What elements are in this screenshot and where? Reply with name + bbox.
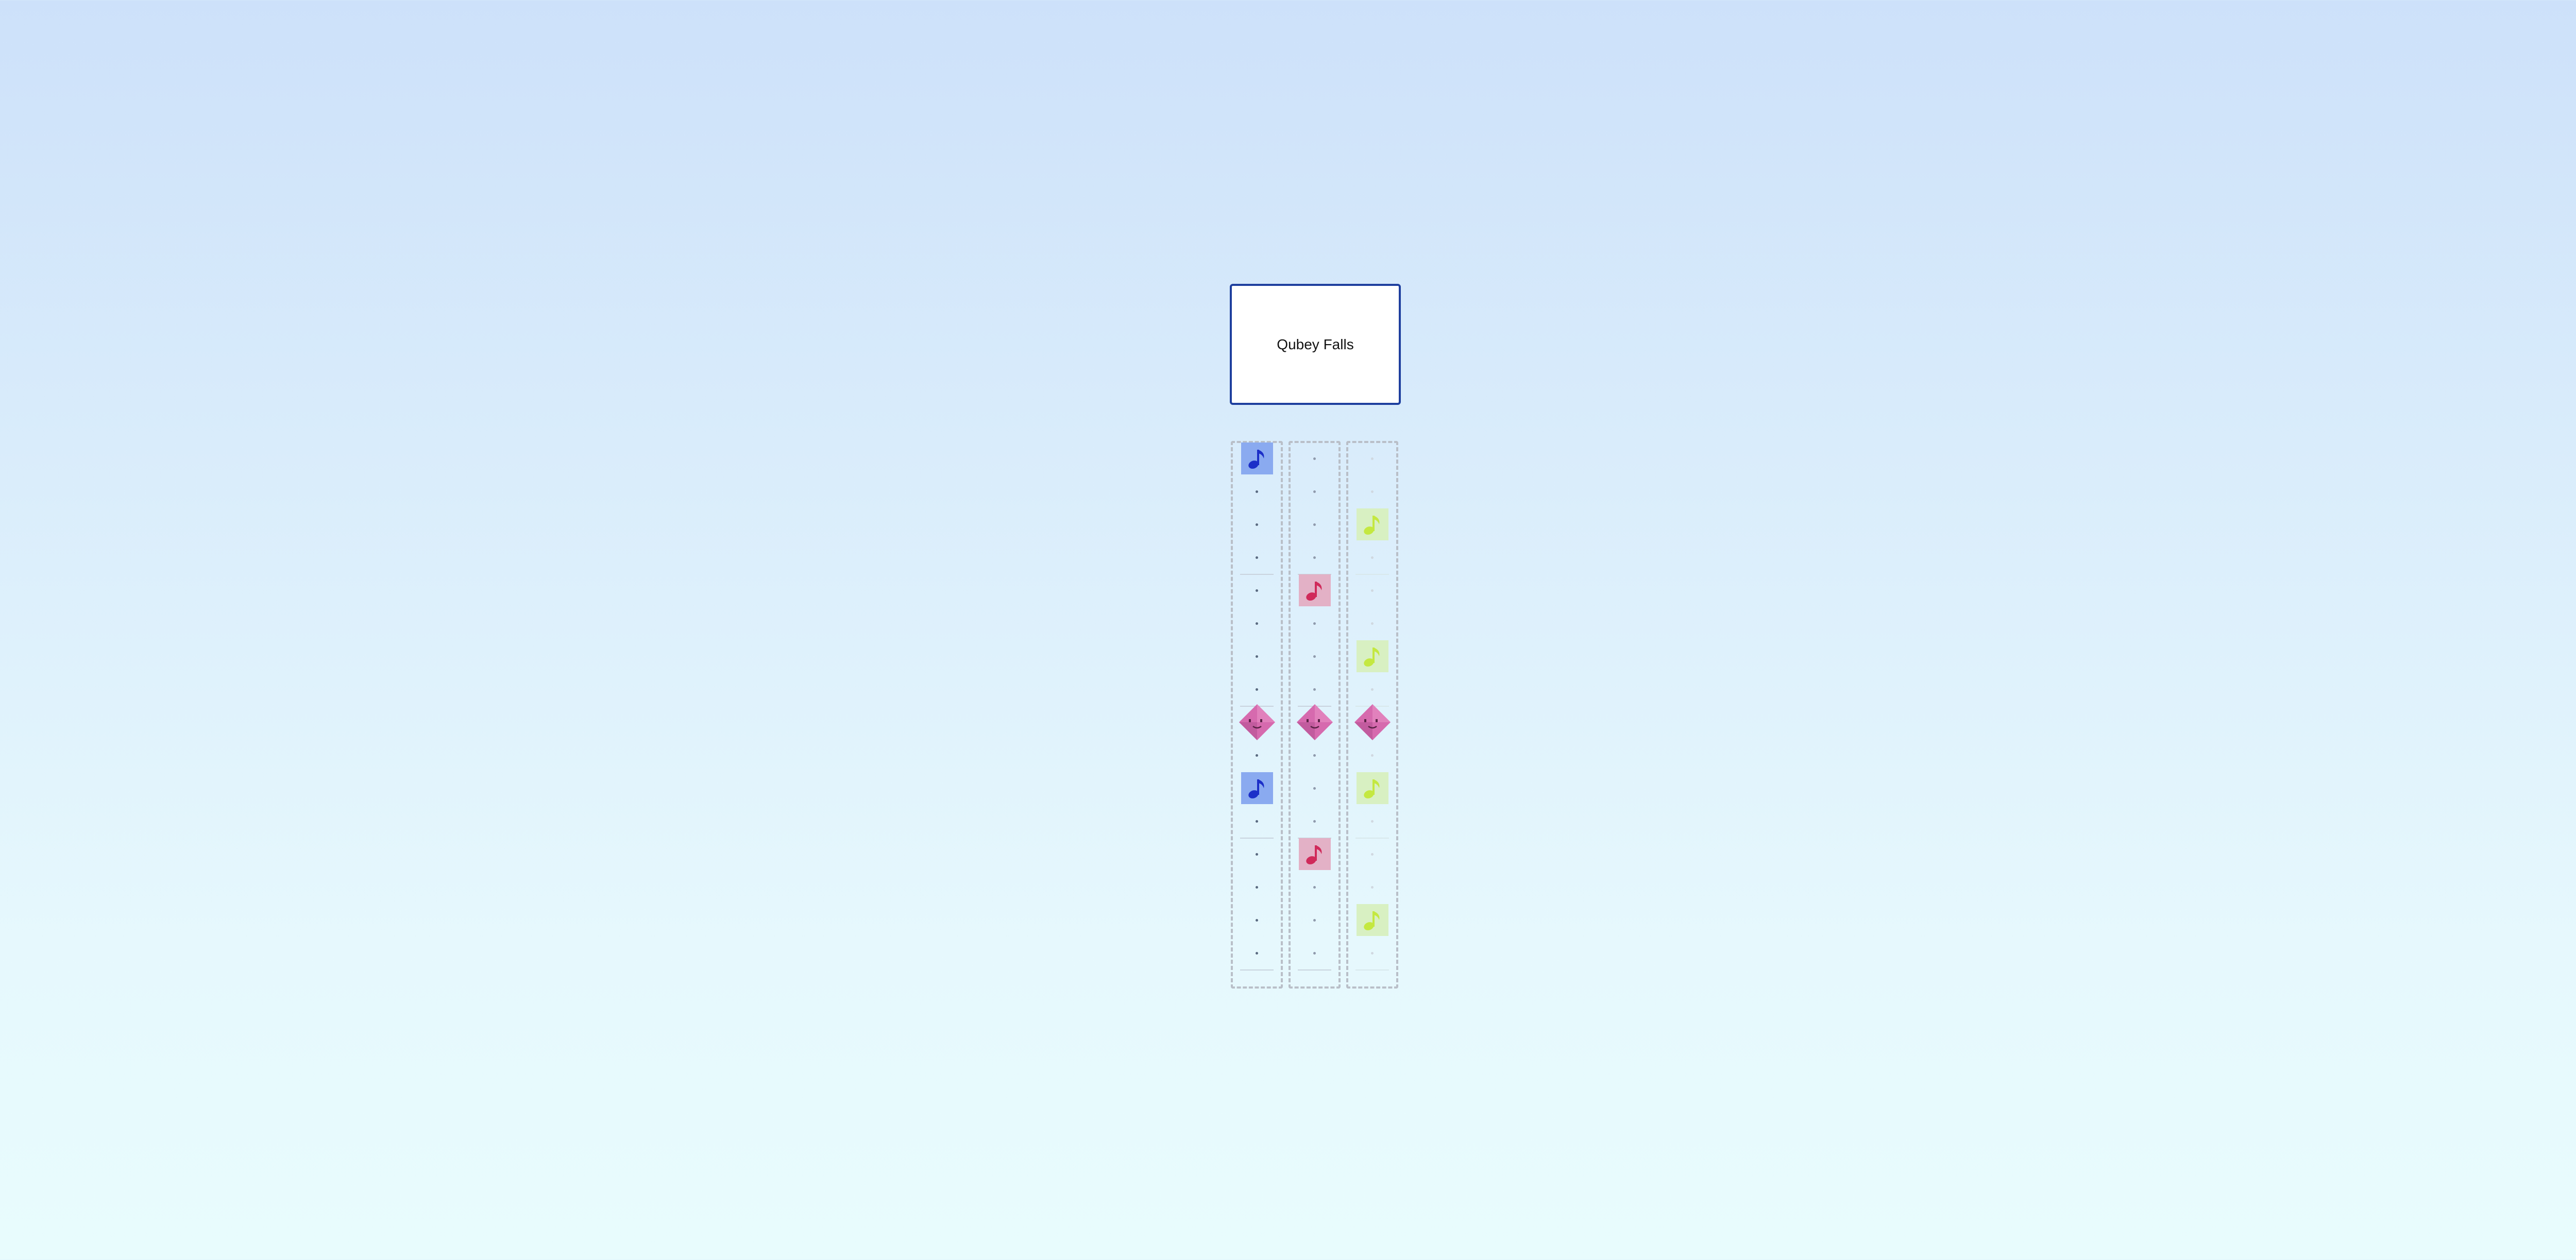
beat-dot [1371, 457, 1374, 460]
measure-line [1355, 838, 1389, 839]
beat-dot [1313, 655, 1316, 658]
beat-dot [1256, 490, 1258, 493]
music-note-icon[interactable] [1241, 772, 1273, 804]
beat-dot [1313, 918, 1316, 922]
measure-line [1240, 838, 1274, 839]
beat-dot [1313, 787, 1316, 790]
cube-character-icon[interactable] [1353, 703, 1392, 742]
measure-line [1355, 574, 1389, 575]
music-note-icon[interactable] [1356, 508, 1388, 540]
beat-dot [1313, 622, 1316, 625]
beat-dot [1371, 754, 1374, 757]
music-note-icon[interactable] [1241, 442, 1273, 474]
lane-1[interactable] [1231, 441, 1283, 989]
beat-dot [1371, 622, 1374, 625]
beat-dot [1371, 490, 1374, 493]
beat-dot [1256, 918, 1258, 922]
beat-dot [1313, 523, 1316, 526]
beat-dot [1313, 457, 1316, 460]
lane-2[interactable] [1289, 441, 1341, 989]
beat-dot [1371, 589, 1374, 592]
beat-dot [1256, 688, 1258, 691]
beat-dot [1313, 886, 1316, 889]
music-note-icon[interactable] [1356, 640, 1388, 672]
beat-dot [1371, 820, 1374, 823]
music-note-icon[interactable] [1356, 772, 1388, 804]
cube-character-icon[interactable] [1238, 703, 1277, 742]
beat-dot [1256, 655, 1258, 658]
lane-3[interactable] [1346, 441, 1398, 989]
measure-line [1240, 574, 1274, 575]
beat-dot [1371, 556, 1374, 559]
beat-dot [1256, 853, 1258, 856]
beat-dot [1256, 820, 1258, 823]
music-note-icon[interactable] [1298, 838, 1331, 870]
beat-dot [1313, 688, 1316, 691]
beat-dot [1256, 951, 1258, 955]
beat-dot [1313, 951, 1316, 955]
beat-dot [1371, 688, 1374, 691]
beat-dot [1256, 523, 1258, 526]
measure-line [1240, 969, 1274, 970]
beat-dot [1256, 556, 1258, 559]
cube-character-icon[interactable] [1295, 703, 1334, 742]
beat-dot [1313, 490, 1316, 493]
measure-line [1298, 969, 1331, 970]
song-title: Qubey Falls [1277, 336, 1354, 352]
beat-dot [1313, 556, 1316, 559]
beat-dot [1313, 820, 1316, 823]
measure-line [1355, 969, 1389, 970]
beat-dot [1256, 754, 1258, 757]
beat-dot [1256, 622, 1258, 625]
beat-dot [1256, 886, 1258, 889]
beat-dot [1256, 589, 1258, 592]
beat-dot [1371, 886, 1374, 889]
beat-dot [1371, 951, 1374, 955]
song-title-card[interactable]: Qubey Falls [1230, 284, 1401, 405]
beat-dot [1313, 754, 1316, 757]
music-note-icon[interactable] [1356, 904, 1388, 936]
music-note-icon[interactable] [1298, 574, 1331, 606]
beat-dot [1371, 853, 1374, 856]
